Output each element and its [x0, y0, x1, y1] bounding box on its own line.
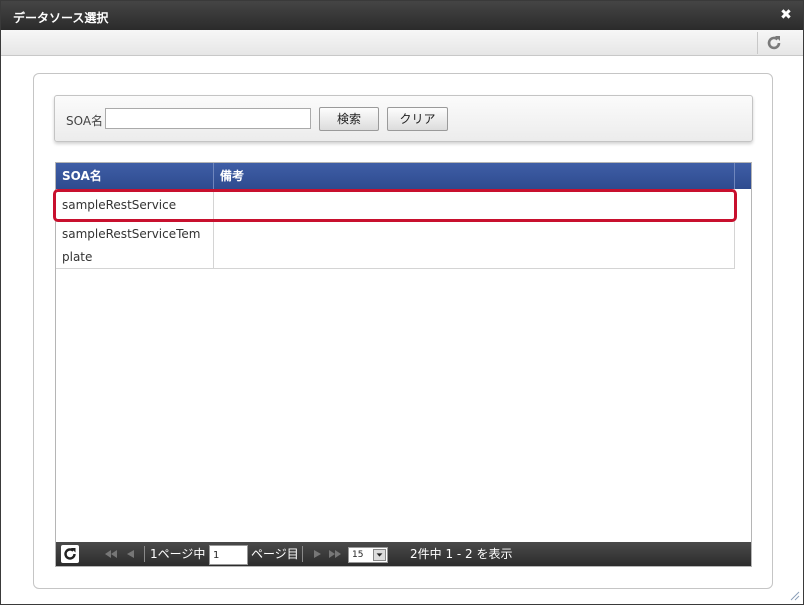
last-page-icon[interactable]: [328, 547, 342, 561]
chevron-down-icon: [373, 549, 386, 561]
resize-handle-icon[interactable]: [790, 591, 800, 601]
soa-table: SOA名 備考 sampleRestService sampleRestServ…: [55, 162, 752, 567]
table-row[interactable]: sampleRestService: [56, 190, 734, 222]
close-icon[interactable]: ✖: [779, 7, 793, 23]
cell-note: [214, 222, 734, 268]
table-header: SOA名 備考: [56, 163, 751, 189]
column-header-note[interactable]: 備考: [214, 163, 735, 189]
soa-name-label: SOA名: [66, 114, 104, 128]
cell-note: [214, 190, 734, 221]
column-divider: [734, 189, 735, 269]
page-size-select[interactable]: 15: [348, 547, 388, 563]
cell-soa-name: sampleRestServiceTemplate: [56, 222, 214, 268]
soa-name-input[interactable]: [105, 108, 311, 129]
record-summary: 2件中 1 - 2 を表示: [410, 547, 513, 561]
dialog-toolbar: [1, 30, 803, 56]
first-page-icon[interactable]: [104, 547, 118, 561]
dialog-titlebar[interactable]: データソース選択 ✖: [1, 1, 803, 30]
reload-icon[interactable]: [61, 545, 79, 563]
page-size-value: 15: [352, 550, 364, 560]
previous-page-icon[interactable]: [124, 547, 138, 561]
table-row[interactable]: sampleRestServiceTemplate: [56, 222, 734, 269]
toolbar-divider: [757, 32, 758, 54]
clear-button[interactable]: クリア: [387, 107, 448, 131]
refresh-icon[interactable]: [765, 34, 783, 52]
dialog-title: データソース選択: [13, 11, 109, 25]
column-header-soa-name[interactable]: SOA名: [56, 163, 214, 189]
data-source-dialog: データソース選択 ✖ SOA名 検索 クリア SOA名 備考 sampleRes…: [0, 0, 804, 605]
next-page-icon[interactable]: [310, 547, 324, 561]
pager-divider: [144, 546, 145, 562]
pagination-bar: 1ページ中 ページ目 15 2件中 1 - 2 を表示: [56, 542, 751, 566]
cell-soa-name: sampleRestService: [56, 190, 214, 221]
pager-divider: [302, 546, 303, 562]
search-button[interactable]: 検索: [319, 107, 379, 131]
page-prefix: 1ページ中: [150, 547, 206, 561]
content-panel: SOA名 検索 クリア SOA名 備考 sampleRestService sa…: [33, 73, 773, 589]
search-bar: SOA名 検索 クリア: [54, 95, 753, 142]
page-suffix: ページ目: [251, 547, 299, 561]
page-number-input[interactable]: [209, 545, 248, 565]
